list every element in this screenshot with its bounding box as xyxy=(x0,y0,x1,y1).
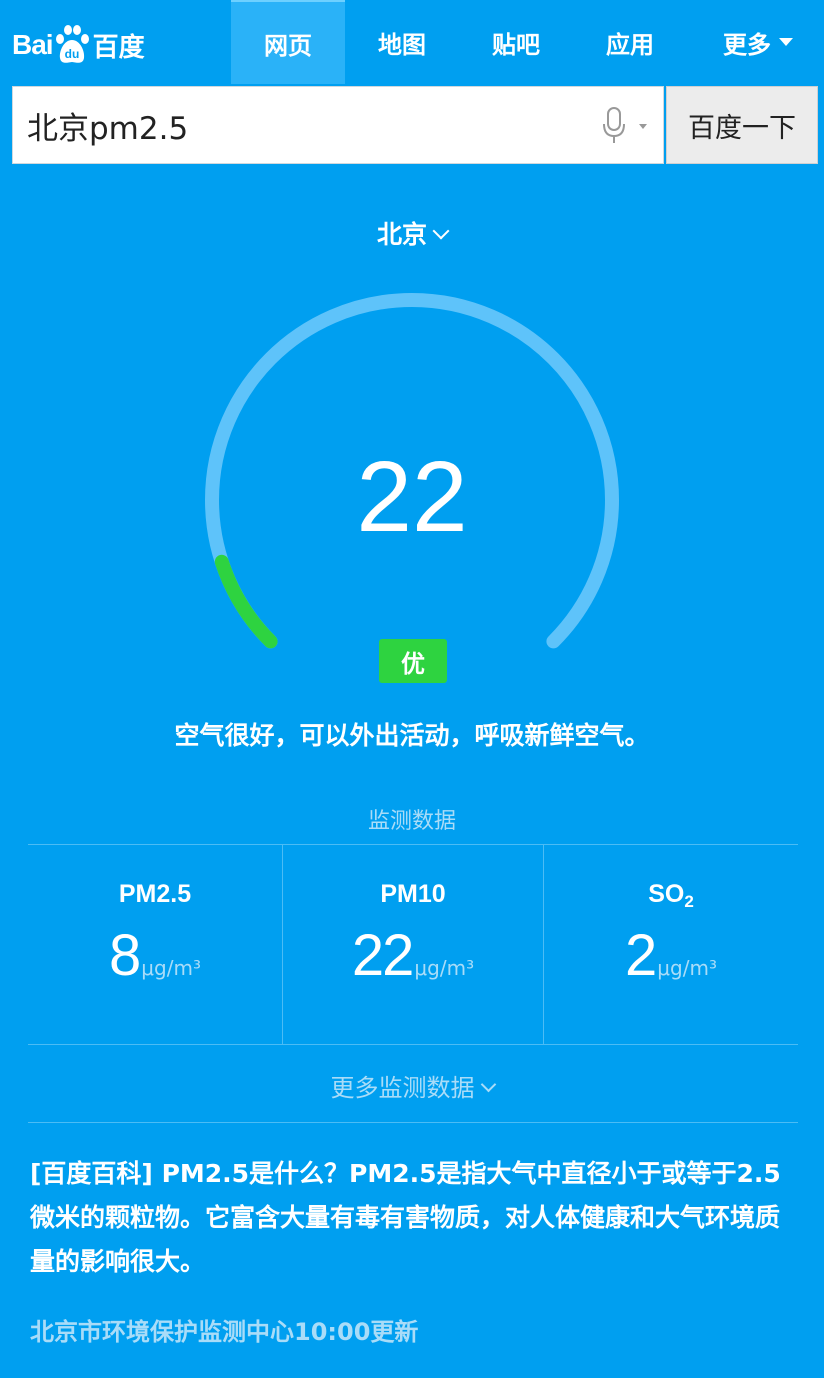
chevron-down-icon xyxy=(480,1076,496,1093)
metric-unit: μg/m³ xyxy=(414,956,475,980)
tab-web[interactable]: 网页 xyxy=(231,0,345,84)
metric-name: SO2 xyxy=(648,880,694,911)
tab-label: 网页 xyxy=(264,31,312,60)
metric-number: 22 xyxy=(351,923,414,988)
metric-value: 2 μg/m³ xyxy=(544,922,798,989)
logo-text: Bai xyxy=(12,29,54,60)
tab-label: 贴吧 xyxy=(492,30,540,59)
metric-name: PM2.5 xyxy=(118,880,192,908)
data-source-text: 北京市环境保护监测中心10:00更新 xyxy=(30,1318,419,1346)
search-button[interactable]: 百度一下 xyxy=(666,86,818,164)
tab-label: 更多 xyxy=(723,30,771,59)
aqi-level-text: 优 xyxy=(401,649,425,678)
baike-summary: [百度百科] PM2.5是什么？PM2.5是指大气中直径小于或等于2.5微米的颗… xyxy=(30,1152,800,1284)
metric-number: 8 xyxy=(109,923,141,988)
caret-down-icon xyxy=(779,38,793,46)
metric-value: 8 μg/m³ xyxy=(28,922,282,989)
baike-link[interactable]: [百度百科] xyxy=(30,1159,153,1188)
chevron-down-icon xyxy=(432,222,450,240)
baidu-logo[interactable]: Bai du 百度 xyxy=(12,20,145,70)
logo-du-text: du xyxy=(64,47,79,61)
metric-pm10: PM10 22 μg/m³ xyxy=(283,844,543,1044)
metric-value: 22 μg/m³ xyxy=(283,922,543,989)
air-advice-text: 空气很好，可以外出活动，呼吸新鲜空气。 xyxy=(174,721,650,750)
city-name: 北京 xyxy=(376,220,427,249)
search-button-label: 百度一下 xyxy=(688,112,796,144)
tab-apps[interactable]: 应用 xyxy=(573,0,687,84)
metric-pm25: PM2.5 8 μg/m³ xyxy=(28,844,282,1044)
city-selector[interactable]: 北京 xyxy=(0,215,824,251)
gauge-fill xyxy=(214,554,278,649)
top-navigation: Bai du 百度 网页 地图 贴吧 应用 更多 xyxy=(0,0,824,84)
more-data-label: 更多监测数据 xyxy=(330,1074,475,1102)
logo-cn-text: 百度 xyxy=(92,32,145,63)
tab-label: 地图 xyxy=(378,30,426,59)
tab-map[interactable]: 地图 xyxy=(345,0,459,84)
paw-icon: du xyxy=(55,25,89,63)
tab-label: 应用 xyxy=(606,30,654,59)
tab-tieba[interactable]: 贴吧 xyxy=(459,0,573,84)
page-bottom-edge xyxy=(0,1378,824,1382)
tab-more[interactable]: 更多 xyxy=(700,0,816,84)
more-monitoring-data-link[interactable]: 更多监测数据 xyxy=(0,1068,824,1103)
search-input[interactable] xyxy=(13,87,587,163)
metric-name: PM10 xyxy=(380,880,446,908)
divider xyxy=(28,1122,798,1123)
microphone-icon[interactable] xyxy=(601,106,657,146)
mic-dropdown-caret xyxy=(639,124,647,129)
aqi-level-badge: 优 xyxy=(379,639,447,683)
monitoring-title: 监测数据 xyxy=(367,809,456,834)
metric-unit: μg/m³ xyxy=(657,956,717,980)
search-box xyxy=(12,86,664,164)
aqi-value: 22 xyxy=(356,441,468,553)
metric-number: 2 xyxy=(625,923,657,988)
metric-so2: SO2 2 μg/m³ xyxy=(544,844,798,1044)
metric-unit: μg/m³ xyxy=(141,956,201,980)
divider xyxy=(28,1044,798,1045)
metric-subscript: 2 xyxy=(684,892,694,911)
